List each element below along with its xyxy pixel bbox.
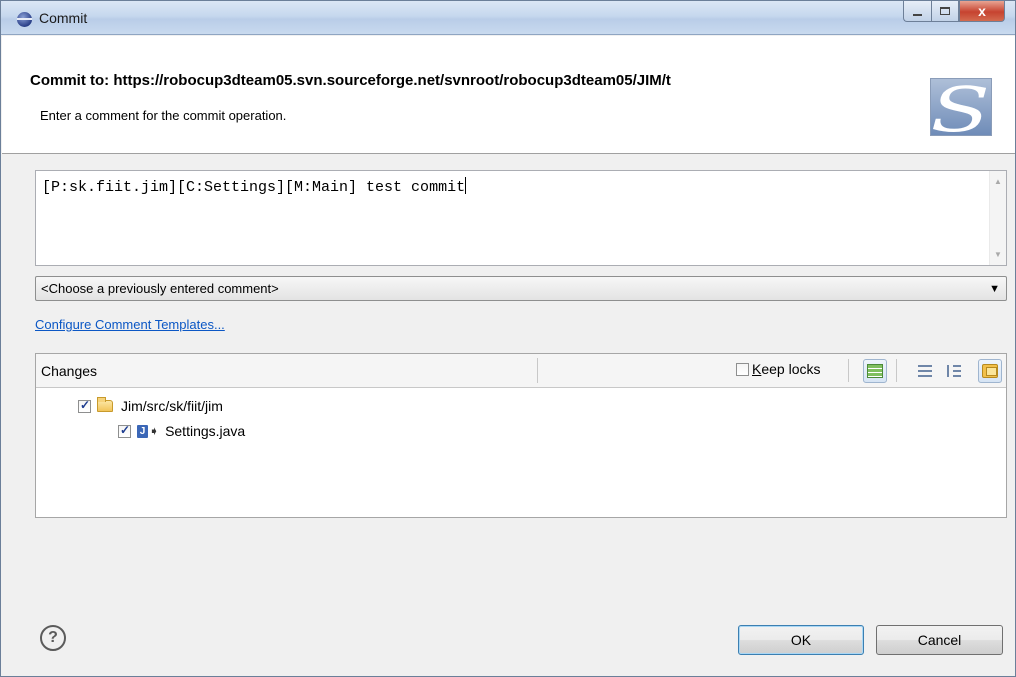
flat-list-icon bbox=[918, 365, 932, 377]
window-title: Commit bbox=[39, 10, 88, 26]
comment-scrollbar[interactable]: ▲ ▼ bbox=[989, 171, 1006, 265]
window-controls: x bbox=[903, 1, 1005, 23]
compressed-folders-button[interactable] bbox=[978, 359, 1002, 383]
table-view-icon bbox=[867, 364, 883, 378]
comment-text: [P:sk.fiit.jim][C:Settings][M:Main] test… bbox=[42, 177, 467, 196]
keep-locks-checkbox[interactable]: Keep locks bbox=[736, 361, 821, 377]
folder-open-icon bbox=[97, 397, 113, 412]
commit-target-heading: Commit to: https://robocup3dteam05.svn.s… bbox=[30, 72, 671, 89]
compressed-folder-icon bbox=[982, 364, 998, 378]
configure-templates-link[interactable]: Configure Comment Templates... bbox=[35, 317, 225, 332]
table-view-button[interactable] bbox=[863, 359, 887, 383]
tree-view-button[interactable] bbox=[942, 359, 966, 383]
dialog-header: Commit to: https://robocup3dteam05.svn.s… bbox=[2, 36, 1015, 154]
header-divider bbox=[537, 358, 538, 383]
cancel-button[interactable]: Cancel bbox=[876, 625, 1003, 655]
tree-item-folder[interactable]: Jim/src/sk/fiit/jim bbox=[78, 397, 223, 414]
folder-label: Jim/src/sk/fiit/jim bbox=[121, 398, 223, 414]
keep-locks-label: Keep locks bbox=[752, 361, 821, 377]
close-button[interactable]: x bbox=[959, 1, 1005, 22]
changes-title: Changes bbox=[41, 363, 98, 379]
maximize-icon bbox=[940, 7, 950, 15]
changes-toolbar: Changes Keep locks bbox=[36, 354, 1006, 388]
keep-locks-box[interactable] bbox=[736, 362, 749, 376]
ok-button[interactable]: OK bbox=[738, 625, 864, 655]
comment-textarea[interactable]: [P:sk.fiit.jim][C:Settings][M:Main] test… bbox=[35, 170, 1007, 266]
dialog-subtitle: Enter a comment for the commit operation… bbox=[40, 108, 287, 123]
file-checkbox[interactable] bbox=[118, 423, 131, 438]
changes-panel: Changes Keep locks Jim/src/sk/fiit/jim J… bbox=[35, 353, 1007, 518]
close-icon: x bbox=[978, 3, 986, 19]
scroll-down-icon[interactable]: ▼ bbox=[994, 250, 1002, 259]
minimize-button[interactable] bbox=[903, 1, 931, 22]
flat-view-button[interactable] bbox=[913, 359, 937, 383]
toolbar-divider bbox=[896, 359, 897, 382]
dropdown-arrow-icon: ▼ bbox=[989, 283, 1000, 295]
minimize-icon bbox=[913, 13, 922, 16]
toolbar-divider bbox=[848, 359, 849, 382]
help-icon[interactable]: ? bbox=[40, 625, 66, 651]
tree-icon bbox=[947, 365, 961, 377]
commit-dialog: Commit x Commit to: https://robocup3dtea… bbox=[0, 0, 1016, 677]
title-bar[interactable]: Commit x bbox=[1, 1, 1015, 35]
previous-comment-dropdown[interactable]: <Choose a previously entered comment> ▼ bbox=[35, 276, 1007, 301]
eclipse-icon bbox=[17, 12, 32, 27]
dropdown-selected-value: <Choose a previously entered comment> bbox=[41, 281, 279, 296]
maximize-button[interactable] bbox=[931, 1, 959, 22]
scroll-up-icon[interactable]: ▲ bbox=[994, 177, 1002, 186]
java-file-outgoing-icon: J ➧ bbox=[137, 424, 159, 438]
text-caret bbox=[465, 177, 467, 194]
folder-checkbox[interactable] bbox=[78, 398, 91, 413]
file-label: Settings.java bbox=[165, 423, 246, 439]
svn-logo-icon: S bbox=[930, 78, 992, 136]
tree-item-file[interactable]: J➧ Settings.java bbox=[118, 423, 245, 439]
